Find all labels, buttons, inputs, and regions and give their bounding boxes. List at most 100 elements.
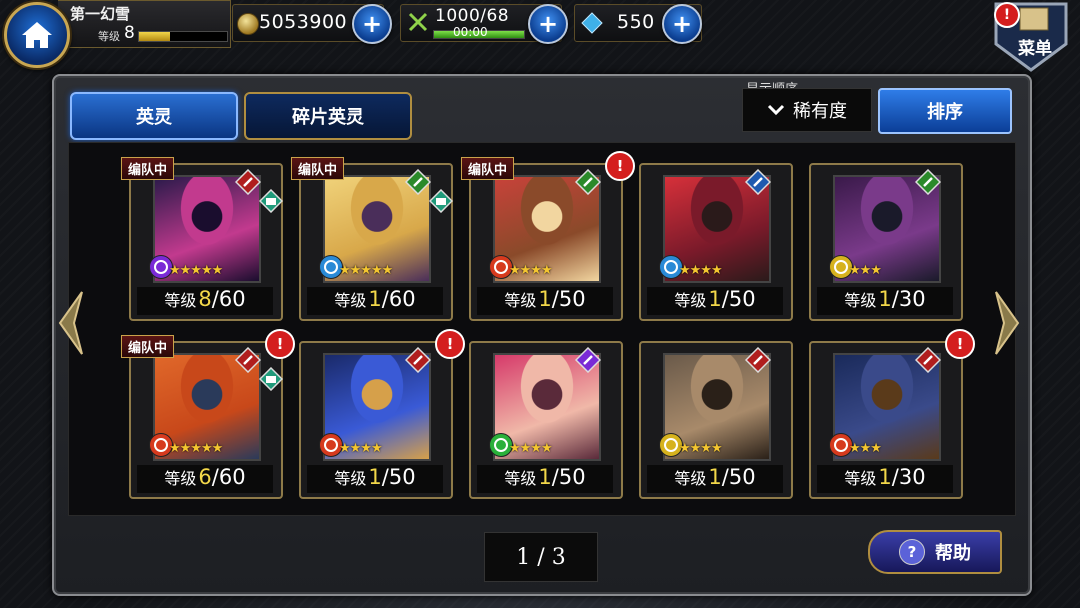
- hero-card[interactable]: ★★★★ 等级 1/50: [469, 341, 623, 499]
- level-current: 1: [538, 287, 552, 311]
- bow-icon: [235, 347, 261, 373]
- crossed-swords-icon: [405, 347, 431, 373]
- level-current: 1: [708, 287, 722, 311]
- level-max: /60: [211, 287, 246, 311]
- rarity-stars: ★★★: [849, 441, 882, 456]
- level-bar: 等级 8/60: [137, 287, 273, 315]
- sword-icon: [915, 347, 941, 373]
- level-current: 1: [368, 287, 382, 311]
- level-current: 1: [708, 465, 722, 489]
- alert-icon: !: [265, 329, 295, 359]
- sword-icon: [745, 347, 771, 373]
- level-current: 6: [198, 465, 212, 489]
- add-stamina-button[interactable]: +: [528, 4, 568, 44]
- hero-card[interactable]: 编队中 ★★★★★ 等级 1/60: [291, 157, 453, 321]
- add-gem-button[interactable]: +: [662, 4, 702, 44]
- sword-icon: [915, 169, 941, 195]
- sort-order-dropdown[interactable]: 稀有度: [742, 88, 872, 132]
- level-max: /60: [211, 465, 246, 489]
- in-team-badge: 编队中: [121, 335, 175, 358]
- help-label: 帮助: [935, 543, 971, 564]
- hero-card[interactable]: 编队中! ★★★★ 等级 1/50: [461, 151, 635, 321]
- plus-icon: +: [537, 10, 559, 38]
- hero-card[interactable]: ★★★★ 等级 1/50: [639, 163, 793, 321]
- xp-bar: [138, 31, 228, 42]
- alert-icon: !: [945, 329, 975, 359]
- hero-grid: 编队中 ★★★★★ 等级 8/60 编队中 ★★★★★ 等级 1/60 编队中! ★★★★ 等级 1/…: [68, 142, 1016, 516]
- level-label: 等级: [334, 291, 367, 310]
- in-team-badge: 编队中: [121, 157, 175, 180]
- level-bar: 等级 1/60: [307, 287, 443, 315]
- level-max: /50: [721, 287, 756, 311]
- spear-icon: [745, 169, 771, 195]
- book-icon: [259, 367, 283, 391]
- player-info: 第一幻雪 等级 8: [58, 0, 231, 48]
- rarity-stars: ★★★★: [679, 263, 723, 278]
- book-icon: [429, 189, 453, 213]
- plus-icon: +: [361, 10, 383, 38]
- player-level-label: 等级: [98, 30, 120, 43]
- xp-fill: [139, 32, 170, 41]
- hero-card[interactable]: ! ★★★ 等级 1/30: [809, 329, 975, 499]
- menu-label: 菜单: [1018, 39, 1052, 59]
- plus-icon: +: [671, 10, 693, 38]
- home-button[interactable]: [4, 2, 70, 68]
- gold-value: 5053900: [259, 11, 348, 33]
- level-label: 等级: [844, 291, 877, 310]
- player-name: 第一幻雪: [70, 5, 131, 23]
- hero-card[interactable]: ★★★ 等级 1/30: [809, 163, 963, 321]
- hero-list-panel: 英灵 碎片英灵 显示顺序 稀有度 排序 编队中★★★★★等级8/60编队中★★★…: [52, 74, 1032, 596]
- level-bar: 等级 1/30: [817, 287, 953, 315]
- hero-card[interactable]: ! ★★★★ 等级 1/50: [299, 329, 465, 499]
- level-bar: 等级 6/60: [137, 465, 273, 493]
- question-icon: ?: [899, 539, 925, 565]
- level-bar: 等级 1/30: [817, 465, 953, 493]
- rarity-stars: ★★★★: [679, 441, 723, 456]
- hero-card[interactable]: 编队中! ★★★★★ 等级 6/60: [121, 329, 295, 499]
- level-bar: 等级 1/50: [477, 287, 613, 315]
- level-bar: 等级 1/50: [647, 465, 783, 493]
- crossed-swords-icon: [408, 12, 428, 32]
- eye-icon: [575, 347, 601, 373]
- chevron-down-icon: [767, 104, 785, 116]
- book-icon: [259, 189, 283, 213]
- stamina-timer: 00:00: [453, 25, 488, 39]
- level-label: 等级: [164, 291, 197, 310]
- hero-card[interactable]: 编队中 ★★★★★ 等级 8/60: [121, 157, 283, 321]
- add-gold-button[interactable]: +: [352, 4, 392, 44]
- player-level: 8: [124, 23, 135, 43]
- level-max: /50: [721, 465, 756, 489]
- in-team-badge: 编队中: [291, 157, 345, 180]
- sort-button[interactable]: 排序: [878, 88, 1012, 134]
- tab-hero-fragments[interactable]: 碎片英灵: [244, 92, 412, 140]
- level-max: /30: [891, 287, 926, 311]
- level-current: 1: [538, 465, 552, 489]
- level-label: 等级: [334, 469, 367, 488]
- sword-icon: [575, 169, 601, 195]
- level-max: /50: [551, 465, 586, 489]
- level-current: 1: [878, 465, 892, 489]
- sort-value: 稀有度: [793, 101, 847, 122]
- previous-page-arrow[interactable]: [56, 290, 86, 356]
- level-bar: 等级 1/50: [477, 465, 613, 493]
- rarity-stars: ★★★★★: [169, 441, 223, 456]
- next-page-arrow[interactable]: [992, 290, 1022, 356]
- hero-card[interactable]: ★★★★ 等级 1/50: [639, 341, 793, 499]
- level-max: /50: [551, 287, 586, 311]
- level-max: /60: [381, 287, 416, 311]
- help-button[interactable]: ? 帮助: [868, 530, 1002, 574]
- level-label: 等级: [504, 291, 537, 310]
- in-team-badge: 编队中: [461, 157, 515, 180]
- crystal-icon: [581, 12, 603, 34]
- level-bar: 等级 1/50: [647, 287, 783, 315]
- alert-icon: !: [605, 151, 635, 181]
- page-indicator: 1 / 3: [484, 532, 598, 582]
- rarity-stars: ★★★: [849, 263, 882, 278]
- tab-heroes[interactable]: 英灵: [70, 92, 238, 140]
- level-label: 等级: [504, 469, 537, 488]
- level-label: 等级: [674, 291, 707, 310]
- level-max: /50: [381, 465, 416, 489]
- menu-button[interactable]: 菜单 !: [990, 0, 1072, 72]
- level-current: 1: [368, 465, 382, 489]
- rarity-stars: ★★★★: [339, 441, 383, 456]
